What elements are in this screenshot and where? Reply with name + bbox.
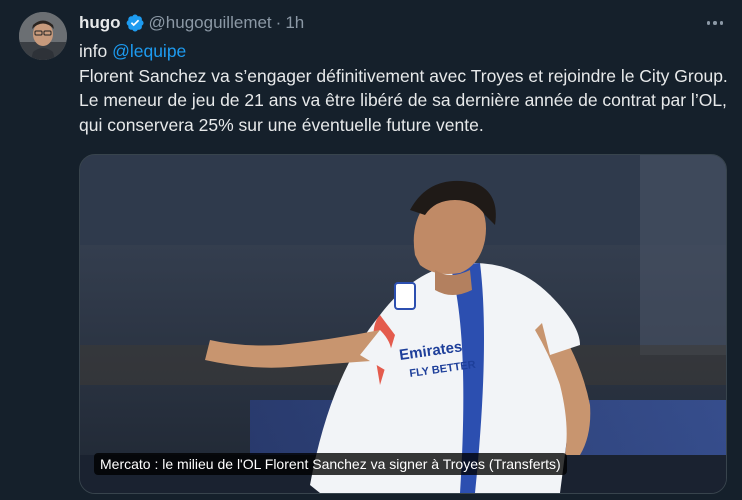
author-handle[interactable]: @hugoguillemet — [149, 13, 272, 33]
separator-dot: · — [275, 13, 282, 32]
verified-badge-icon — [125, 13, 145, 33]
tweet[interactable]: hugo @hugoguillemet · 1h info @lequipe F… — [0, 0, 742, 500]
media-caption: Mercato : le milieu de l'OL Florent Sanc… — [94, 453, 567, 475]
avatar[interactable] — [19, 12, 67, 60]
more-options-icon[interactable] — [702, 12, 728, 34]
media-card[interactable]: Emirates FLY BETTER Mercato : le milieu … — [79, 154, 727, 494]
tweet-text: info @lequipe Florent Sanchez va s’engag… — [79, 39, 729, 137]
tweet-body: Florent Sanchez va s’engager définitivem… — [79, 65, 728, 135]
mention-link[interactable]: @lequipe — [112, 41, 186, 61]
tweet-header: hugo @hugoguillemet · 1h — [79, 12, 304, 34]
player-photo: Emirates FLY BETTER — [80, 155, 726, 493]
tweet-prefix: info — [79, 41, 113, 61]
author-name[interactable]: hugo — [79, 13, 121, 33]
tweet-first-line: info @lequipe — [79, 39, 729, 64]
tweet-timestamp[interactable]: 1h — [285, 13, 304, 33]
